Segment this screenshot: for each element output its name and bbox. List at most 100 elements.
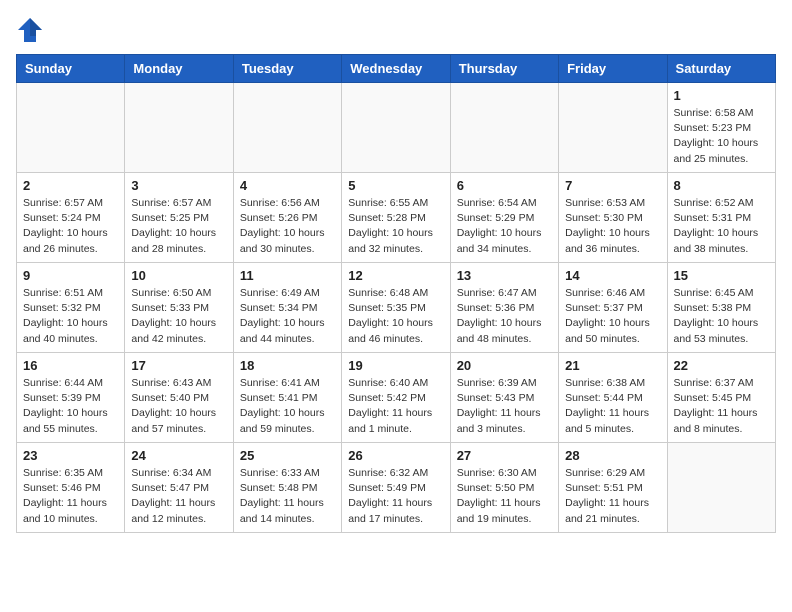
day-number: 8: [674, 178, 769, 193]
day-number: 9: [23, 268, 118, 283]
calendar-cell: 24 Sunrise: 6:34 AM Sunset: 5:47 PM Dayli…: [125, 443, 233, 533]
page-header: [16, 16, 776, 44]
column-header-monday: Monday: [125, 55, 233, 83]
day-number: 24: [131, 448, 226, 463]
day-info: Sunrise: 6:53 AM Sunset: 5:30 PM Dayligh…: [565, 196, 660, 257]
day-info: Sunrise: 6:55 AM Sunset: 5:28 PM Dayligh…: [348, 196, 443, 257]
week-row-5: 23 Sunrise: 6:35 AM Sunset: 5:46 PM Dayli…: [17, 443, 776, 533]
day-info: Sunrise: 6:43 AM Sunset: 5:40 PM Dayligh…: [131, 376, 226, 437]
calendar-table: SundayMondayTuesdayWednesdayThursdayFrid…: [16, 54, 776, 533]
calendar-cell: [667, 443, 775, 533]
column-header-wednesday: Wednesday: [342, 55, 450, 83]
logo: [16, 16, 48, 44]
calendar-cell: 25 Sunrise: 6:33 AM Sunset: 5:48 PM Dayli…: [233, 443, 341, 533]
day-number: 1: [674, 88, 769, 103]
calendar-cell: 12 Sunrise: 6:48 AM Sunset: 5:35 PM Dayli…: [342, 263, 450, 353]
calendar-cell: [233, 83, 341, 173]
day-info: Sunrise: 6:44 AM Sunset: 5:39 PM Dayligh…: [23, 376, 118, 437]
day-info: Sunrise: 6:56 AM Sunset: 5:26 PM Dayligh…: [240, 196, 335, 257]
calendar-cell: 19 Sunrise: 6:40 AM Sunset: 5:42 PM Dayli…: [342, 353, 450, 443]
calendar-cell: 7 Sunrise: 6:53 AM Sunset: 5:30 PM Daylig…: [559, 173, 667, 263]
day-number: 27: [457, 448, 552, 463]
day-info: Sunrise: 6:57 AM Sunset: 5:25 PM Dayligh…: [131, 196, 226, 257]
week-row-2: 2 Sunrise: 6:57 AM Sunset: 5:24 PM Daylig…: [17, 173, 776, 263]
day-info: Sunrise: 6:37 AM Sunset: 5:45 PM Dayligh…: [674, 376, 769, 437]
day-number: 7: [565, 178, 660, 193]
calendar-cell: 20Sunrise: 6:39 AM Sunset: 5:43 PM Dayli…: [450, 353, 558, 443]
calendar-cell: 27 Sunrise: 6:30 AM Sunset: 5:50 PM Dayli…: [450, 443, 558, 533]
calendar-cell: 6 Sunrise: 6:54 AM Sunset: 5:29 PM Daylig…: [450, 173, 558, 263]
day-info: Sunrise: 6:50 AM Sunset: 5:33 PM Dayligh…: [131, 286, 226, 347]
day-number: 19: [348, 358, 443, 373]
day-number: 11: [240, 268, 335, 283]
day-info: Sunrise: 6:40 AM Sunset: 5:42 PM Dayligh…: [348, 376, 443, 437]
calendar-cell: 15Sunrise: 6:45 AM Sunset: 5:38 PM Dayli…: [667, 263, 775, 353]
day-info: Sunrise: 6:38 AM Sunset: 5:44 PM Dayligh…: [565, 376, 660, 437]
day-number: 28: [565, 448, 660, 463]
day-info: Sunrise: 6:33 AM Sunset: 5:48 PM Dayligh…: [240, 466, 335, 527]
calendar-cell: [17, 83, 125, 173]
day-number: 5: [348, 178, 443, 193]
day-number: 15: [674, 268, 769, 283]
day-number: 10: [131, 268, 226, 283]
day-info: Sunrise: 6:57 AM Sunset: 5:24 PM Dayligh…: [23, 196, 118, 257]
day-number: 13: [457, 268, 552, 283]
day-info: Sunrise: 6:30 AM Sunset: 5:50 PM Dayligh…: [457, 466, 552, 527]
column-header-thursday: Thursday: [450, 55, 558, 83]
calendar-cell: 1Sunrise: 6:58 AM Sunset: 5:23 PM Daylig…: [667, 83, 775, 173]
day-number: 22: [674, 358, 769, 373]
day-info: Sunrise: 6:54 AM Sunset: 5:29 PM Dayligh…: [457, 196, 552, 257]
day-number: 4: [240, 178, 335, 193]
calendar-cell: [342, 83, 450, 173]
day-info: Sunrise: 6:48 AM Sunset: 5:35 PM Dayligh…: [348, 286, 443, 347]
day-info: Sunrise: 6:47 AM Sunset: 5:36 PM Dayligh…: [457, 286, 552, 347]
day-number: 14: [565, 268, 660, 283]
day-info: Sunrise: 6:51 AM Sunset: 5:32 PM Dayligh…: [23, 286, 118, 347]
day-number: 2: [23, 178, 118, 193]
week-row-3: 9 Sunrise: 6:51 AM Sunset: 5:32 PM Daylig…: [17, 263, 776, 353]
calendar-cell: 2 Sunrise: 6:57 AM Sunset: 5:24 PM Daylig…: [17, 173, 125, 263]
column-header-sunday: Sunday: [17, 55, 125, 83]
day-info: Sunrise: 6:46 AM Sunset: 5:37 PM Dayligh…: [565, 286, 660, 347]
calendar-cell: 26 Sunrise: 6:32 AM Sunset: 5:49 PM Dayli…: [342, 443, 450, 533]
day-info: Sunrise: 6:52 AM Sunset: 5:31 PM Dayligh…: [674, 196, 769, 257]
calendar-cell: 22 Sunrise: 6:37 AM Sunset: 5:45 PM Dayli…: [667, 353, 775, 443]
day-number: 21: [565, 358, 660, 373]
logo-icon: [16, 16, 44, 44]
day-number: 26: [348, 448, 443, 463]
day-number: 12: [348, 268, 443, 283]
column-header-friday: Friday: [559, 55, 667, 83]
calendar-cell: 4 Sunrise: 6:56 AM Sunset: 5:26 PM Daylig…: [233, 173, 341, 263]
day-number: 3: [131, 178, 226, 193]
day-info: Sunrise: 6:29 AM Sunset: 5:51 PM Dayligh…: [565, 466, 660, 527]
calendar-cell: 28 Sunrise: 6:29 AM Sunset: 5:51 PM Dayli…: [559, 443, 667, 533]
calendar-cell: 5 Sunrise: 6:55 AM Sunset: 5:28 PM Daylig…: [342, 173, 450, 263]
calendar-cell: 18Sunrise: 6:41 AM Sunset: 5:41 PM Dayli…: [233, 353, 341, 443]
day-number: 25: [240, 448, 335, 463]
day-info: Sunrise: 6:32 AM Sunset: 5:49 PM Dayligh…: [348, 466, 443, 527]
day-number: 17: [131, 358, 226, 373]
calendar-cell: 10 Sunrise: 6:50 AM Sunset: 5:33 PM Dayli…: [125, 263, 233, 353]
calendar-cell: 3 Sunrise: 6:57 AM Sunset: 5:25 PM Daylig…: [125, 173, 233, 263]
calendar-header-row: SundayMondayTuesdayWednesdayThursdayFrid…: [17, 55, 776, 83]
column-header-saturday: Saturday: [667, 55, 775, 83]
calendar-cell: [559, 83, 667, 173]
day-number: 16: [23, 358, 118, 373]
column-header-tuesday: Tuesday: [233, 55, 341, 83]
day-number: 6: [457, 178, 552, 193]
calendar-cell: 13 Sunrise: 6:47 AM Sunset: 5:36 PM Dayli…: [450, 263, 558, 353]
calendar-cell: 8 Sunrise: 6:52 AM Sunset: 5:31 PM Daylig…: [667, 173, 775, 263]
calendar-cell: 17 Sunrise: 6:43 AM Sunset: 5:40 PM Dayli…: [125, 353, 233, 443]
week-row-4: 16 Sunrise: 6:44 AM Sunset: 5:39 PM Dayli…: [17, 353, 776, 443]
week-row-1: 1Sunrise: 6:58 AM Sunset: 5:23 PM Daylig…: [17, 83, 776, 173]
day-number: 23: [23, 448, 118, 463]
day-number: 20: [457, 358, 552, 373]
calendar-cell: [450, 83, 558, 173]
day-info: Sunrise: 6:34 AM Sunset: 5:47 PM Dayligh…: [131, 466, 226, 527]
calendar-cell: 16 Sunrise: 6:44 AM Sunset: 5:39 PM Dayli…: [17, 353, 125, 443]
calendar-cell: [125, 83, 233, 173]
calendar-cell: 9 Sunrise: 6:51 AM Sunset: 5:32 PM Daylig…: [17, 263, 125, 353]
calendar-cell: 11Sunrise: 6:49 AM Sunset: 5:34 PM Dayli…: [233, 263, 341, 353]
day-info: Sunrise: 6:35 AM Sunset: 5:46 PM Dayligh…: [23, 466, 118, 527]
day-info: Sunrise: 6:41 AM Sunset: 5:41 PM Dayligh…: [240, 376, 335, 437]
